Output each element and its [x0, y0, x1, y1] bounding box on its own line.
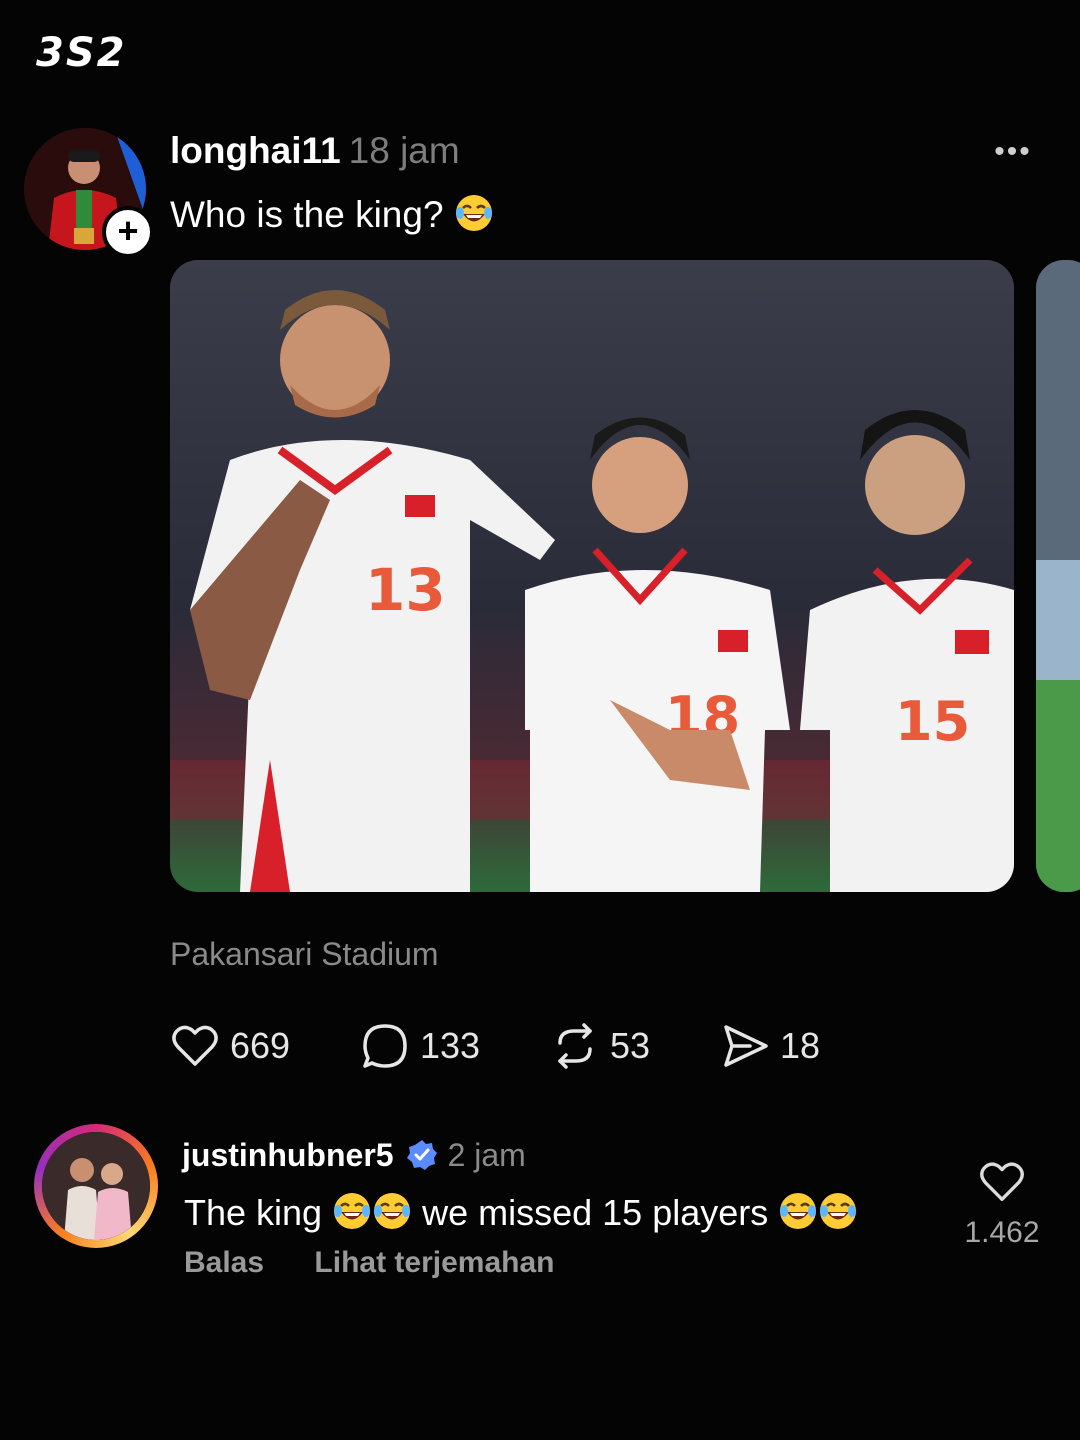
more-options-icon[interactable]: ••• [990, 132, 1036, 172]
laughing-emoji-icon [334, 1193, 371, 1229]
comment-like-count: 1.462 [964, 1216, 1040, 1249]
commenter-username[interactable]: justinhubner5 [182, 1134, 394, 1176]
caption-text: Who is the king? [170, 194, 444, 235]
jersey-number-13: 13 [365, 556, 446, 624]
comment-text: The king we missed 15 players [184, 1188, 858, 1238]
share-action[interactable]: 18 [720, 1018, 820, 1074]
comment-header: justinhubner5 2 jam [182, 1134, 526, 1176]
comment-action[interactable]: 133 [360, 1018, 480, 1074]
post-caption: Who is the king? [170, 192, 494, 238]
comment-text-part2: we missed 15 players [422, 1192, 769, 1233]
share-count: 18 [780, 1025, 821, 1066]
send-icon [724, 1025, 768, 1067]
heart-icon [980, 1162, 1024, 1201]
next-image-preview[interactable] [1036, 260, 1080, 892]
like-count: 669 [230, 1025, 291, 1066]
app-logo: 3S2 [36, 30, 127, 76]
repost-action[interactable]: 53 [550, 1018, 650, 1074]
author-avatar-wrap[interactable]: + [24, 128, 154, 258]
thread-post-screen: 3S2 + longhai11 18 jam ••• Who is the kin… [0, 0, 1080, 1440]
reply-link[interactable]: Balas [184, 1246, 264, 1279]
laughing-emoji-icon [374, 1193, 411, 1229]
follow-add-button[interactable]: + [102, 206, 154, 258]
post-time: 18 jam [348, 130, 460, 171]
like-action[interactable]: 669 [170, 1018, 290, 1074]
see-translation-link[interactable]: Lihat terjemahan [314, 1246, 554, 1279]
commenter-avatar-story-ring[interactable] [34, 1124, 158, 1248]
comment-time: 2 jam [447, 1137, 526, 1173]
laughing-emoji-icon [780, 1193, 817, 1229]
laughing-emoji-icon [820, 1193, 857, 1229]
post-image[interactable]: 13 18 15 [170, 260, 1014, 892]
commenter-avatar[interactable] [42, 1132, 150, 1240]
verified-badge-icon [406, 1140, 437, 1170]
post-meta: longhai11 18 jam [170, 128, 460, 174]
comment-count: 133 [420, 1025, 481, 1066]
comment-bubble-icon [363, 1024, 407, 1068]
repost-count: 53 [610, 1025, 651, 1066]
laughing-emoji-icon [455, 195, 492, 231]
heart-icon [172, 1025, 218, 1066]
comment-like-button[interactable] [962, 1158, 1042, 1211]
comment-links: Balas Lihat terjemahan [184, 1246, 554, 1280]
comment-text-part1: The king [184, 1192, 323, 1233]
repost-icon [558, 1023, 592, 1069]
post-username[interactable]: longhai11 [170, 130, 341, 171]
jersey-number-15: 15 [895, 690, 970, 753]
post-location[interactable]: Pakansari Stadium [170, 936, 439, 973]
